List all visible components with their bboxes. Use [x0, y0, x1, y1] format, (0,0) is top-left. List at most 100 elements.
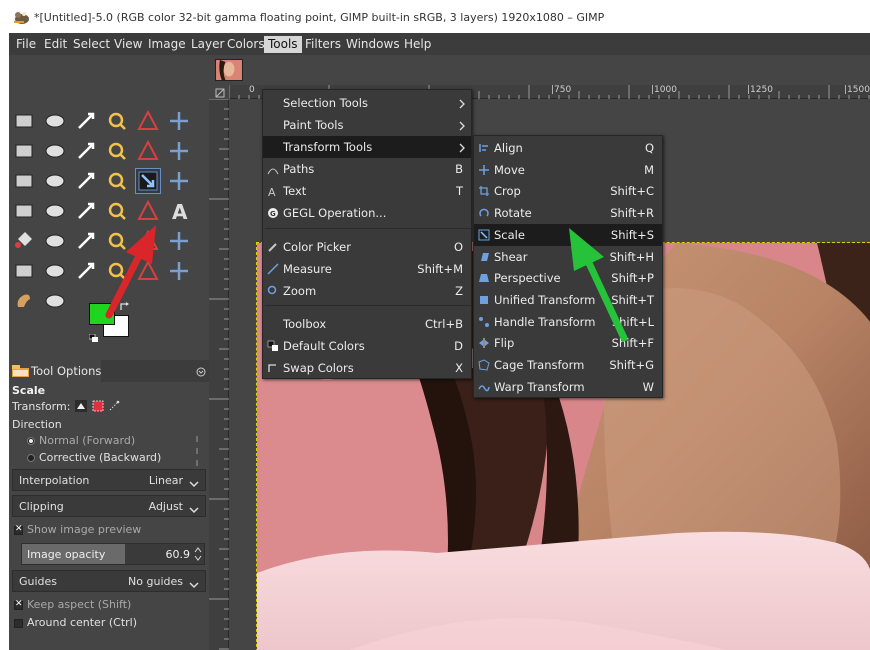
transform-selection-icon[interactable] [92, 400, 104, 412]
menu-item-warp-transform[interactable]: Warp Transform W [474, 376, 662, 398]
default-colors-icon[interactable] [88, 331, 99, 342]
menu-separator [265, 228, 471, 229]
menu-item-measure[interactable]: Measure Shift+M [263, 258, 471, 280]
menu-item-label: Shear [494, 250, 528, 264]
clipping-combo[interactable]: Clipping Adjust [12, 495, 206, 517]
menu-item-label: Scale [494, 228, 525, 242]
menu-image[interactable]: Image [144, 36, 190, 53]
show-preview-checkbox[interactable] [14, 524, 23, 535]
direction-corrective-radio[interactable] [27, 454, 35, 462]
keep-aspect-label: Keep aspect (Shift) [27, 598, 132, 611]
smudge-icon[interactable] [12, 289, 36, 313]
unified-transform-tool-icon[interactable] [74, 169, 98, 193]
free-select-icon[interactable] [74, 109, 98, 133]
zoom-tool-icon[interactable] [105, 139, 129, 163]
menu-item-gegl-operation[interactable]: G GEGL Operation... [263, 202, 471, 224]
menu-windows[interactable]: Windows [342, 36, 404, 53]
keep-aspect-checkbox[interactable] [14, 599, 23, 610]
warp-tool-icon[interactable] [43, 199, 67, 223]
fuzzy-select-icon[interactable] [105, 109, 129, 133]
measure-tool-icon[interactable] [136, 139, 160, 163]
menu-item-rotate[interactable]: Rotate Shift+R [474, 202, 662, 224]
paths-tool-icon[interactable] [74, 139, 98, 163]
menu-item-label: Paths [283, 162, 315, 176]
menu-item-swap-colors[interactable]: Swap Colors X [263, 357, 471, 379]
menu-item-align[interactable]: Align Q [474, 137, 662, 159]
flip-tool-icon[interactable] [74, 199, 98, 223]
align-bottom-icon[interactable] [12, 169, 36, 193]
menu-item-default-colors[interactable]: Default Colors D [263, 335, 471, 357]
menu-filters[interactable]: Filters [301, 36, 345, 53]
menu-item-color-picker[interactable]: Color Picker O [263, 236, 471, 258]
quick-mask-corner-icon[interactable] [215, 87, 225, 98]
crop-tool-icon[interactable] [43, 169, 67, 193]
blend-icon[interactable] [43, 229, 67, 253]
menu-item-text[interactable]: A Text T [263, 180, 471, 202]
transform-path-icon[interactable] [109, 400, 121, 412]
guides-value: No guides [128, 575, 183, 588]
menu-item-cage-transform[interactable]: Cage Transform Shift+G [474, 354, 662, 376]
menu-file[interactable]: File [12, 36, 40, 53]
menu-item-move[interactable]: Move M [474, 159, 662, 181]
measure-icon [267, 263, 279, 275]
menu-item-label: Flip [494, 336, 515, 350]
align-tool-icon[interactable] [43, 139, 67, 163]
transform-layer-icon[interactable] [75, 400, 87, 412]
shear-tool-icon[interactable] [167, 169, 191, 193]
move-tool-icon[interactable] [167, 139, 191, 163]
tool-options-panel: Tool Options Scale Transform: Direction … [9, 360, 209, 650]
menu-item-zoom[interactable]: Zoom Z [263, 280, 471, 302]
rect-select-icon[interactable] [12, 109, 36, 133]
menu-edit[interactable]: Edit [40, 36, 71, 53]
menu-item-paths[interactable]: Paths B [263, 158, 471, 180]
image-opacity-slider[interactable]: Image opacity 60.9 [21, 543, 205, 565]
menu-item-toolbox[interactable]: Toolbox Ctrl+B [263, 313, 471, 335]
menu-item-selection-tools[interactable]: Selection Tools [263, 92, 471, 114]
vertical-ruler[interactable] [209, 99, 229, 650]
clone-icon[interactable] [74, 259, 98, 283]
foreground-select-icon[interactable] [12, 139, 36, 163]
scissors-icon[interactable] [167, 109, 191, 133]
image-tab-thumbnail[interactable] [215, 59, 243, 81]
menu-item-shortcut: O [453, 240, 463, 254]
clipping-label: Clipping [19, 500, 64, 513]
menu-item-shortcut: Ctrl+B [425, 317, 463, 331]
rotate-tool-icon[interactable] [105, 169, 129, 193]
bucket-fill-icon[interactable] [12, 229, 36, 253]
cage-transform-icon [478, 359, 490, 371]
scale-tool-icon[interactable] [135, 168, 161, 194]
menu-item-label: Color Picker [283, 240, 351, 254]
mypaint-brush-icon[interactable] [43, 259, 67, 283]
menu-item-crop[interactable]: Crop Shift+C [474, 180, 662, 202]
menu-item-shortcut: Shift+C [610, 184, 654, 198]
ellipse-select-icon[interactable] [43, 109, 67, 133]
panel-menu-icon[interactable] [196, 366, 206, 377]
color-picker-tool-icon[interactable] [43, 289, 67, 313]
menu-item-paint-tools[interactable]: Paint Tools [263, 114, 471, 136]
spin-arrows-icon[interactable] [194, 546, 202, 562]
tool-options-icon [12, 365, 30, 378]
perspective-tool-icon[interactable] [12, 199, 36, 223]
pencil-icon[interactable] [74, 229, 98, 253]
direction-normal-radio[interactable] [27, 437, 35, 445]
menu-item-label: Paint Tools [283, 118, 344, 132]
handle-transform-icon [478, 316, 490, 328]
menu-item-label: Cage Transform [494, 358, 585, 372]
menu-view[interactable]: View [110, 36, 146, 53]
around-center-checkbox[interactable] [14, 619, 23, 628]
menu-help[interactable]: Help [400, 36, 435, 53]
menu-item-transform-tools[interactable]: Transform Tools [263, 136, 471, 158]
chain-link-icon[interactable] [194, 436, 200, 466]
menu-colors[interactable]: Colors [223, 36, 269, 53]
direction-normal-label: Normal (Forward) [39, 434, 136, 447]
select-by-color-icon[interactable] [136, 109, 160, 133]
menu-tools[interactable]: Tools [264, 36, 302, 53]
ink-icon[interactable] [12, 259, 36, 283]
show-preview-label: Show image preview [27, 523, 142, 536]
menu-item-shortcut: M [644, 163, 654, 177]
menu-select[interactable]: Select [69, 36, 114, 53]
tab-tool-options[interactable]: Tool Options [9, 360, 101, 382]
interpolation-combo[interactable]: Interpolation Linear [12, 469, 206, 491]
rotate-icon [478, 207, 490, 219]
guides-combo[interactable]: Guides No guides [12, 570, 206, 592]
